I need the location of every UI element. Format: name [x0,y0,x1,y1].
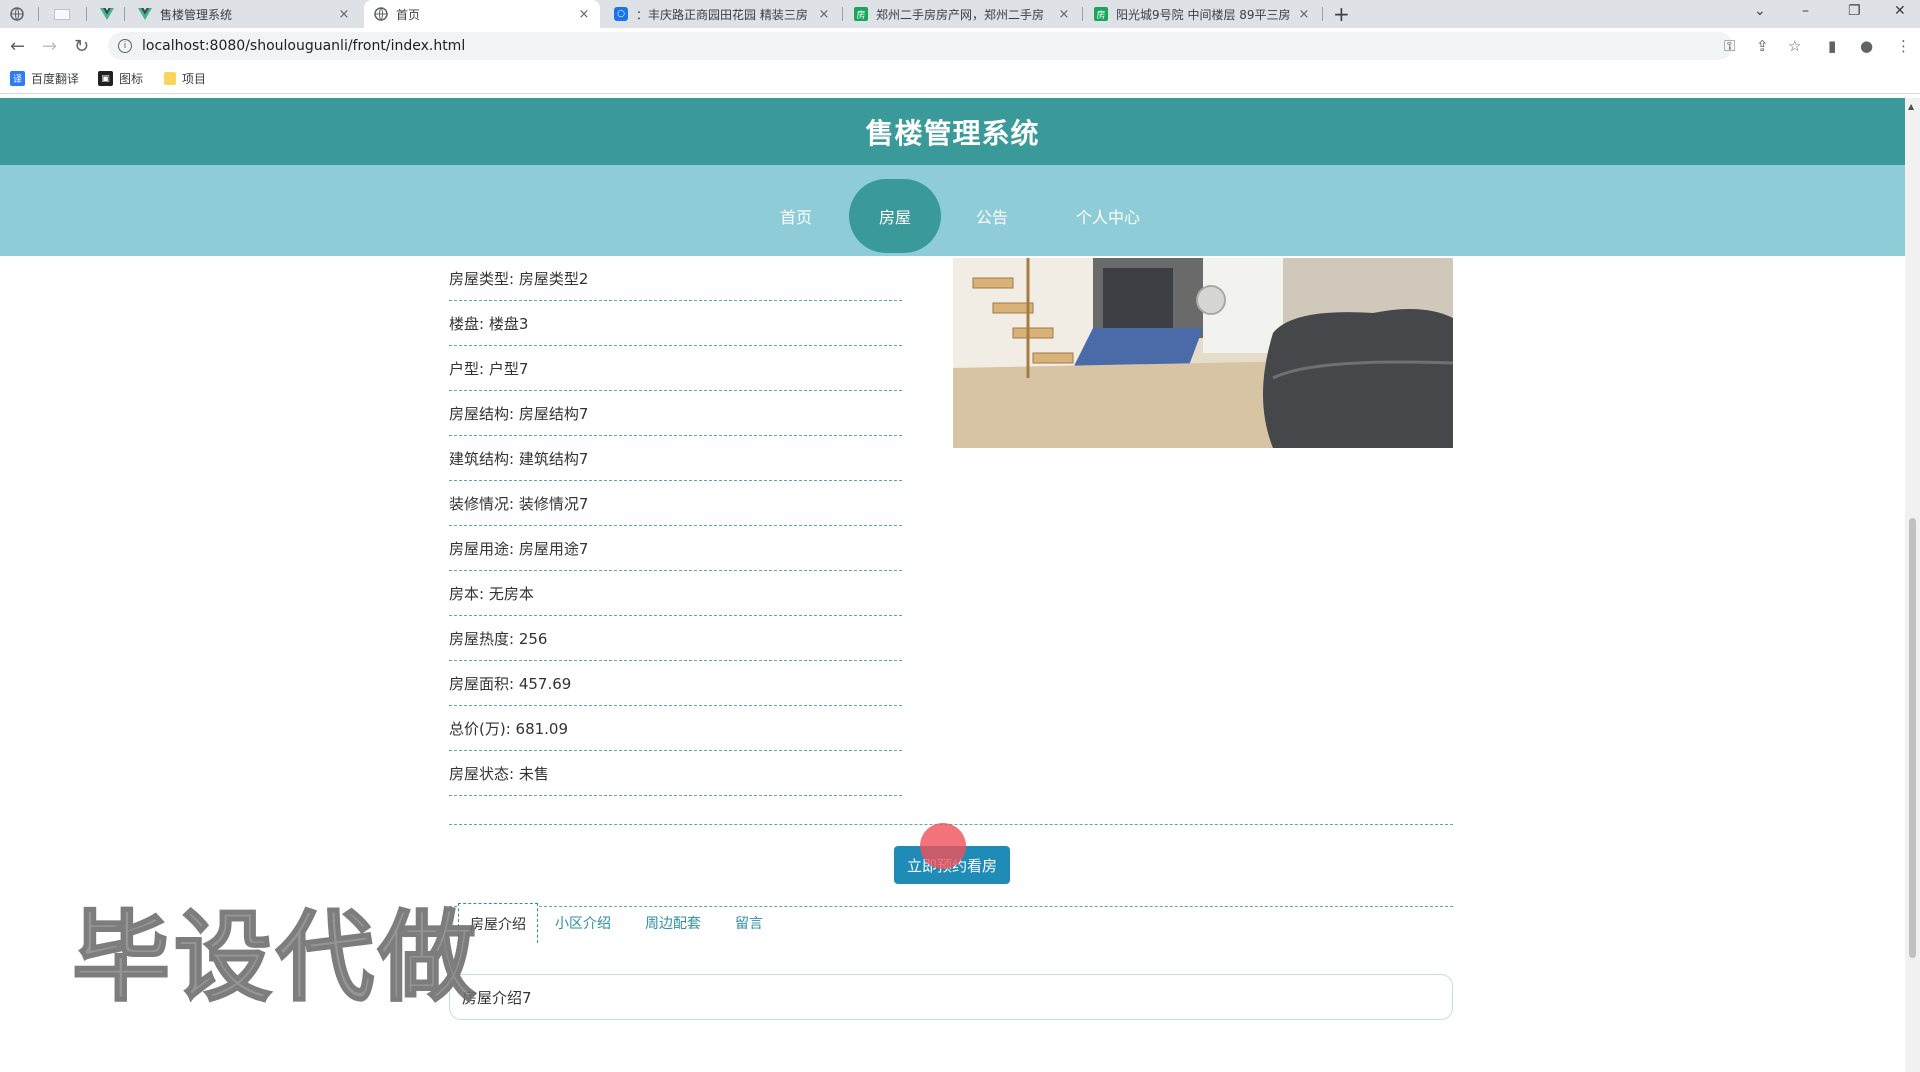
nav-personal-center[interactable]: 个人中心 [1054,179,1162,253]
browser-tab-home[interactable]: 首页 × [364,0,600,28]
browser-tab-pinned-3[interactable] [90,0,126,28]
browser-tab-listing-2[interactable]: 房 郑州二手房房产网，郑州二手房 × [844,0,1080,28]
field-popularity: 房屋热度: 256 [449,616,902,661]
field-total-price: 总价(万): 681.09 [449,706,902,751]
tab-surroundings[interactable]: 周边配套 [638,903,708,943]
bookmark-label: 图标 [119,72,144,86]
page-viewport: 售楼管理系统 首页 房屋 公告 个人中心 房屋类型: 房屋类型2 楼盘: 楼盘3… [0,98,1905,1072]
field-house-type: 房屋类型: 房屋类型2 [449,256,902,301]
main-nav: 首页 房屋 公告 个人中心 [0,165,1905,256]
tab-title: 售楼管理系统 [160,7,233,22]
field-building: 楼盘: 楼盘3 [449,301,902,346]
minimize-icon[interactable]: – [1802,3,1809,19]
reload-icon[interactable]: ↻ [74,36,89,57]
vue-logo-icon [100,7,114,21]
browser-tab-listing-3[interactable]: 房 阳光城9号院 中间楼层 89平三房 × [1084,0,1320,28]
tab-search-icon[interactable]: ⌄ [1754,3,1766,19]
bookmark-icons[interactable]: ▣ 图标 [98,70,143,87]
field-layout: 户型: 户型7 [449,346,902,391]
browser-toolbar: ← → ↻ i localhost:8080/shoulouguanli/fro… [0,28,1920,64]
new-tab-button[interactable]: + [1333,2,1350,26]
app-icon: ○ [614,7,628,21]
browser-tab-listing-1[interactable]: ○ ：丰庆路正商园田花园 精装三房 × [604,0,840,28]
scroll-up-arrow-icon[interactable]: ▲ [1908,102,1914,111]
globe-icon [374,7,388,21]
url-text: localhost:8080/shoulouguanli/front/index… [142,38,466,54]
site-info-icon[interactable]: i [118,39,132,53]
folder-icon [164,72,176,85]
tab-separator [124,7,125,21]
close-icon[interactable]: × [336,7,352,22]
profile-icon[interactable]: ● [1860,37,1873,55]
baidu-translate-icon: 译 [10,71,25,86]
field-deed: 房本: 无房本 [449,571,902,616]
tab-title: ：丰庆路正商园田花园 精装三房 [636,7,808,22]
tab-title: 郑州二手房房产网，郑州二手房 [876,7,1045,22]
page-scrollbar[interactable]: ▲ [1905,98,1920,1072]
close-icon[interactable]: × [576,7,592,22]
field-usage: 房屋用途: 房屋用途7 [449,526,902,571]
house-photo [953,258,1453,448]
fang-logo-icon: 房 [1094,7,1108,21]
bookmark-baidu-translate[interactable]: 译 百度翻译 [10,70,79,87]
close-icon[interactable]: × [1296,7,1312,22]
scroll-thumb[interactable] [1909,518,1916,958]
site-title: 售楼管理系统 [865,116,1040,150]
field-building-structure: 建筑结构: 建筑结构7 [449,436,902,481]
bookmark-project[interactable]: 项目 [164,70,206,87]
key-icon[interactable]: ⚿ [1724,37,1735,55]
field-decoration: 装修情况: 装修情况7 [449,481,902,526]
blank-page-icon [54,8,70,20]
close-icon[interactable]: × [1056,7,1072,22]
share-icon[interactable]: ⇪ [1756,37,1769,55]
tab-title: 首页 [396,7,421,22]
nav-notice[interactable]: 公告 [956,179,1028,253]
globe-icon [10,7,24,21]
cursor-highlight [920,823,966,869]
tab-separator [1322,7,1323,21]
site-header: 售楼管理系统 [0,98,1905,165]
forward-icon[interactable]: → [42,36,57,57]
field-area: 房屋面积: 457.69 [449,661,902,706]
menu-icon[interactable]: ⋮ [1896,37,1911,55]
star-icon[interactable]: ☆ [1788,37,1801,55]
image-icon: ▣ [98,71,113,86]
tab-separator [1082,7,1083,21]
tab-community-intro[interactable]: 小区介绍 [548,903,618,943]
tab-separator [842,7,843,21]
field-status: 房屋状态: 未售 [449,751,902,796]
tab-title: 阳光城9号院 中间楼层 89平三房 [1116,7,1291,22]
bookmark-label: 项目 [182,72,207,86]
browser-tab-pinned-2[interactable] [44,0,80,28]
field-house-structure: 房屋结构: 房屋结构7 [449,391,902,436]
bookmarks-bar: 译 百度翻译 ▣ 图标 项目 [0,64,1920,94]
nav-home[interactable]: 首页 [760,179,832,253]
close-window-icon[interactable]: ✕ [1894,3,1906,19]
tab-content-panel: 房屋介绍7 [449,974,1453,1020]
tab-messages[interactable]: 留言 [726,903,772,943]
browser-tab-shoulou[interactable]: 售楼管理系统 × [128,0,360,28]
close-icon[interactable]: × [816,7,832,22]
bookmark-label: 百度翻译 [31,72,80,86]
address-bar[interactable]: i localhost:8080/shoulouguanli/front/ind… [108,32,1733,60]
fang-logo-icon: 房 [854,7,868,21]
tab-separator [86,7,87,21]
back-icon[interactable]: ← [10,36,25,57]
browser-tab-pinned-1[interactable] [0,0,36,28]
tab-separator [38,7,39,21]
vue-logo-icon [138,7,152,21]
restore-icon[interactable]: ❐ [1848,3,1861,19]
side-panel-icon[interactable]: ▮ [1828,37,1836,55]
nav-house[interactable]: 房屋 [849,179,941,253]
browser-tab-strip: 售楼管理系统 × 首页 × ○ ：丰庆路正商园田花园 精装三房 × 房 郑州二手… [0,0,1920,28]
watermark-text: 毕设代做 [71,900,481,1016]
